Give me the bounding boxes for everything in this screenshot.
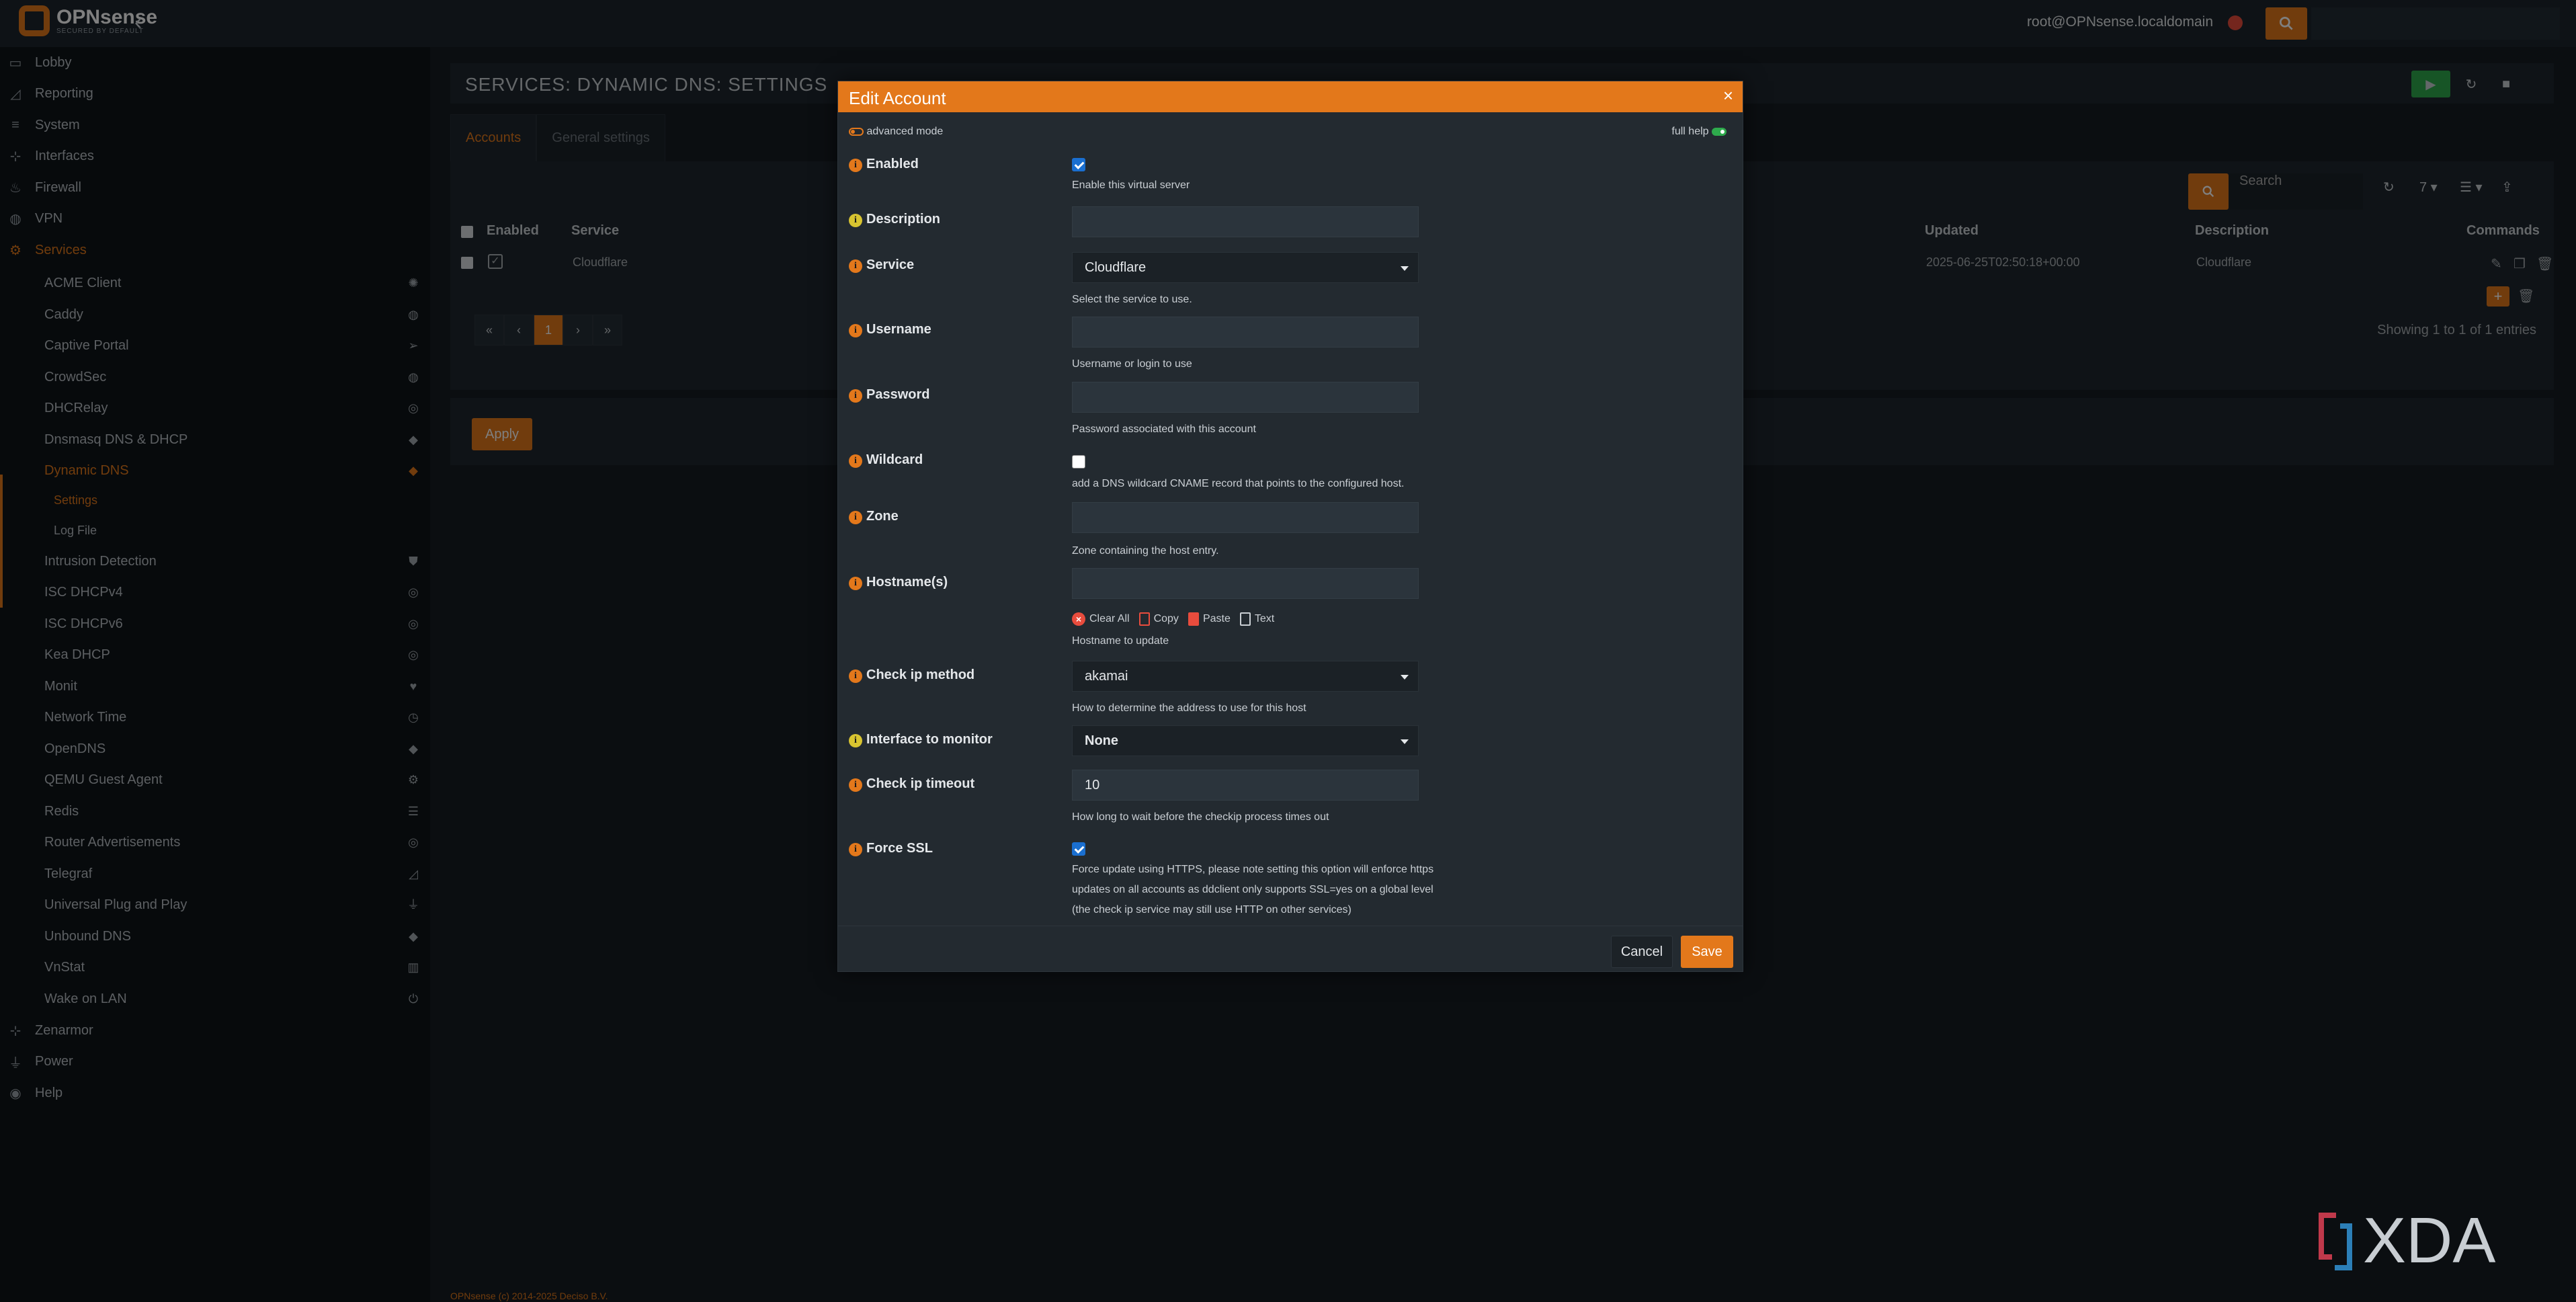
info-icon[interactable]: i xyxy=(849,778,862,792)
caret-down-icon xyxy=(1401,266,1409,271)
dialog-footer: Cancel Save xyxy=(838,926,1743,973)
checkip-method-select[interactable]: akamai xyxy=(1072,661,1419,692)
cancel-button[interactable]: Cancel xyxy=(1611,936,1673,968)
info-icon[interactable]: i xyxy=(849,159,862,172)
field-label: i Username xyxy=(849,322,931,337)
close-icon[interactable]: × xyxy=(1723,85,1733,106)
service-value: Cloudflare xyxy=(1085,259,1147,275)
paste-icon xyxy=(1188,612,1199,626)
copy-icon xyxy=(1138,612,1150,626)
xda-text: XDA xyxy=(2363,1207,2495,1276)
zone-input[interactable] xyxy=(1072,502,1419,533)
clear-all-button[interactable]: × Clear All xyxy=(1072,612,1130,626)
field-help: Zone containing the host entry. xyxy=(1072,545,1219,557)
service-select[interactable]: Cloudflare xyxy=(1072,252,1419,283)
info-icon[interactable]: i xyxy=(849,324,862,337)
field-label: i Force SSL xyxy=(849,841,933,856)
password-input[interactable] xyxy=(1072,382,1419,413)
field-help: add a DNS wildcard CNAME record that poi… xyxy=(1072,478,1405,489)
info-icon[interactable]: i xyxy=(849,259,862,273)
field-help: How long to wait before the checkip proc… xyxy=(1072,811,1329,823)
mode-row: advanced mode full help xyxy=(849,126,1733,143)
field-help: Force update using HTTPS, please note se… xyxy=(1072,864,1434,916)
checkip-value: akamai xyxy=(1085,668,1128,684)
field-label: i Wildcard xyxy=(849,452,923,468)
field-label: i Service xyxy=(849,257,914,273)
info-icon[interactable]: i xyxy=(849,389,862,403)
info-icon[interactable]: i xyxy=(849,843,862,856)
label-text: Description xyxy=(866,212,941,227)
description-input[interactable] xyxy=(1072,206,1419,237)
label-text: Hostname(s) xyxy=(866,575,948,589)
field-help: Username or login to use xyxy=(1072,358,1192,370)
xda-logo-icon: XDA xyxy=(2319,1205,2495,1276)
field-label: i Interface to monitor xyxy=(849,732,993,747)
copy-button[interactable]: Copy xyxy=(1138,612,1179,626)
clear-icon: × xyxy=(1072,612,1085,626)
field-label: i Password xyxy=(849,387,929,403)
username-input[interactable] xyxy=(1072,317,1419,348)
force-ssl-checkbox[interactable] xyxy=(1072,842,1085,856)
label-text: Password xyxy=(866,387,930,402)
field-label: i Check ip method xyxy=(849,667,974,683)
field-label: i Description xyxy=(849,212,940,227)
field-help: How to determine the address to use for … xyxy=(1072,702,1306,714)
interface-value: None xyxy=(1085,733,1118,748)
hostnames-tag-input[interactable] xyxy=(1072,568,1419,599)
label-text: Force SSL xyxy=(866,841,933,856)
enabled-checkbox[interactable] xyxy=(1072,158,1085,171)
label-text: Check ip timeout xyxy=(866,776,975,791)
tool-label: Copy xyxy=(1153,613,1179,624)
caret-down-icon xyxy=(1401,739,1409,744)
label-text: Check ip method xyxy=(866,667,975,682)
tool-label: Clear All xyxy=(1089,613,1130,624)
paste-button[interactable]: Paste xyxy=(1188,612,1231,626)
field-help: Select the service to use. xyxy=(1072,294,1192,305)
info-icon[interactable]: i xyxy=(849,454,862,468)
edit-account-dialog: Edit Account × advanced mode full help i… xyxy=(837,81,1743,972)
info-icon[interactable]: i xyxy=(849,669,862,683)
wildcard-checkbox[interactable] xyxy=(1072,455,1085,469)
field-label: i Zone xyxy=(849,509,899,524)
full-help-toggle[interactable] xyxy=(1712,127,1727,136)
field-help: Enable this virtual server xyxy=(1072,179,1190,191)
label-text: Service xyxy=(866,257,915,272)
label-text: Username xyxy=(866,322,931,337)
info-icon[interactable]: i xyxy=(849,214,862,227)
label-text: Wildcard xyxy=(866,452,923,467)
hostname-tag-tools: × Clear All Copy Paste Text xyxy=(1072,612,1274,626)
field-help: Hostname to update xyxy=(1072,635,1169,647)
info-icon[interactable]: i xyxy=(849,577,862,590)
field-help: Password associated with this account xyxy=(1072,423,1256,435)
label-text: Interface to monitor xyxy=(866,732,993,747)
text-button[interactable]: Text xyxy=(1239,612,1275,626)
field-label: i Hostname(s) xyxy=(849,575,948,590)
text-file-icon xyxy=(1239,612,1251,626)
advanced-mode-label: advanced mode xyxy=(866,126,944,137)
interface-select[interactable]: None xyxy=(1072,725,1419,756)
label-text: Enabled xyxy=(866,157,919,171)
save-button[interactable]: Save xyxy=(1681,936,1733,968)
checkip-timeout-input[interactable]: 10 xyxy=(1072,770,1419,801)
info-icon[interactable]: i xyxy=(849,734,862,747)
caret-down-icon xyxy=(1401,675,1409,680)
dialog-header: Edit Account × xyxy=(838,81,1743,112)
info-icon[interactable]: i xyxy=(849,511,862,524)
field-label: i Check ip timeout xyxy=(849,776,974,792)
xda-watermark: XDA xyxy=(2316,1205,2561,1276)
full-help-row: full help xyxy=(1671,126,1727,138)
full-help-label: full help xyxy=(1671,126,1709,137)
dialog-title: Edit Account xyxy=(849,88,946,108)
label-text: Zone xyxy=(866,509,899,524)
tool-label: Text xyxy=(1254,613,1275,624)
field-label: i Enabled xyxy=(849,157,919,172)
tool-label: Paste xyxy=(1202,613,1231,624)
advanced-mode-toggle[interactable] xyxy=(849,127,864,136)
